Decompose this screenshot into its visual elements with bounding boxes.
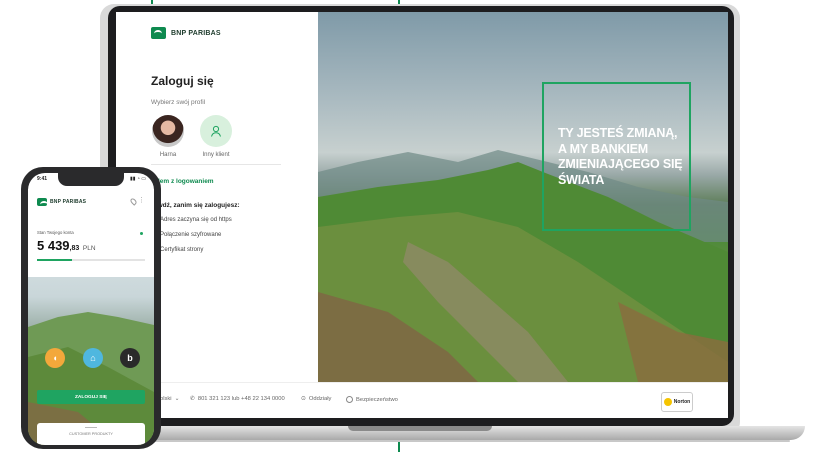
profile-name: Harna bbox=[159, 152, 177, 158]
profile-name: Inny klient bbox=[202, 152, 230, 158]
status-icons: ▮▮ ◔ ▭ bbox=[129, 176, 146, 182]
quick-action-orange[interactable]: ◖ bbox=[45, 348, 65, 368]
card-icon: ◖ bbox=[52, 353, 58, 363]
bnp-logo-icon bbox=[37, 198, 48, 206]
profile-harna[interactable]: Harna bbox=[143, 115, 193, 158]
norton-check-icon bbox=[663, 398, 672, 406]
balance-decimal: ,83 bbox=[69, 245, 80, 252]
balance-progress-bar bbox=[37, 259, 145, 261]
divider bbox=[151, 164, 281, 165]
laptop-base-shadow bbox=[150, 440, 790, 442]
blik-icon: b bbox=[127, 353, 133, 363]
laptop-screen: BNP PARIBAS Zaloguj się Wybierz swój pro… bbox=[116, 12, 728, 418]
hero-line: ŚWIATA bbox=[558, 172, 605, 187]
language-label: olski bbox=[160, 396, 172, 402]
quick-action-dark[interactable]: b bbox=[120, 348, 140, 368]
login-title: Zaloguj się bbox=[151, 74, 214, 88]
language-select[interactable]: olski ⌄ bbox=[160, 396, 179, 402]
location-pin-icon[interactable] bbox=[129, 197, 138, 206]
laptop-base-notch bbox=[348, 426, 492, 431]
chevron-down-icon: ⌄ bbox=[174, 396, 180, 402]
currency: PLN bbox=[82, 245, 96, 252]
balance-main: 5 439 bbox=[37, 238, 70, 253]
security-label: Bezpieczeństwo bbox=[356, 396, 398, 403]
user-outline-icon bbox=[200, 115, 232, 147]
status-time: 9:41 bbox=[37, 176, 48, 182]
brand-name: BNP PARIBAS bbox=[50, 199, 87, 205]
phone-notch bbox=[58, 173, 124, 186]
list-item: Połączenie szyfrowane bbox=[160, 232, 222, 238]
hero-line: ZMIENIAJĄCEGO SIĘ bbox=[558, 157, 683, 171]
quick-action-blue[interactable]: ⌂ bbox=[83, 348, 103, 368]
phone-number: 801 321 123 lub +48 22 134 0000 bbox=[197, 396, 285, 402]
hero-slogan: TY JESTEŚ ZMIANĄ, A MY BANKIEM ZMIENIAJĄ… bbox=[558, 126, 686, 188]
brand-logo[interactable]: BNP PARIBAS bbox=[151, 27, 221, 39]
security-checklist: Adres zaczyna się od https Połączenie sz… bbox=[160, 217, 232, 262]
phone-login-button[interactable]: ZALOGUJ SIĘ bbox=[37, 390, 145, 404]
balance-label: Stan Twojego konta bbox=[37, 230, 74, 235]
profile-other-client[interactable]: Inny klient bbox=[191, 115, 241, 158]
security-link[interactable]: Bezpieczeństwo bbox=[346, 396, 398, 403]
list-item: Certyfikat strony bbox=[160, 247, 204, 253]
phone-bottom-sheet[interactable]: CUSTOMER PRODUKTY bbox=[37, 423, 145, 445]
avatar bbox=[152, 115, 184, 147]
footer: olski ⌄ ✆ 801 321 123 lub +48 22 134 000… bbox=[116, 382, 728, 418]
location-pin-icon: ⊙ bbox=[301, 396, 306, 402]
more-menu-icon[interactable]: ⋮ bbox=[138, 196, 145, 204]
status-dot bbox=[140, 232, 143, 235]
branches-label: Oddziały bbox=[308, 396, 332, 402]
balance-amount: 5 439,83 PLN bbox=[37, 238, 96, 253]
phone-contact[interactable]: ✆ 801 321 123 lub +48 22 134 0000 bbox=[190, 396, 285, 402]
phone-icon: ✆ bbox=[190, 396, 195, 402]
hero-line: TY JESTEŚ ZMIANĄ, bbox=[558, 126, 678, 140]
sheet-handle bbox=[85, 427, 97, 428]
balance-progress-fill bbox=[37, 259, 72, 261]
norton-label: Norton bbox=[673, 399, 691, 405]
bnp-logo-icon bbox=[151, 27, 166, 39]
shield-icon bbox=[346, 396, 353, 403]
hero-line: A MY BANKIEM bbox=[558, 141, 648, 156]
phone-app-header: BNP PARIBAS ⋮ bbox=[28, 189, 154, 217]
bag-icon: ⌂ bbox=[90, 353, 96, 363]
bottom-sheet-label: CUSTOMER PRODUKTY bbox=[69, 432, 113, 436]
hero-image: TY JESTEŚ ZMIANĄ, A MY BANKIEM ZMIENIAJĄ… bbox=[318, 12, 728, 382]
balance-card[interactable]: Stan Twojego konta 5 439,83 PLN bbox=[28, 217, 154, 277]
brand-logo[interactable]: BNP PARIBAS bbox=[37, 198, 86, 206]
profile-prompt: Wybierz swój profil bbox=[151, 99, 206, 106]
norton-badge[interactable]: Norton bbox=[661, 392, 693, 412]
login-problem-link[interactable]: blem z logowaniem bbox=[154, 178, 214, 185]
phone-screen: 9:41 ▮▮ ◔ ▭ BNP PARIBAS ⋮ Stan Twojego k… bbox=[28, 173, 154, 445]
branches-link[interactable]: ⊙ Oddziały bbox=[301, 396, 331, 402]
list-item: Adres zaczyna się od https bbox=[160, 217, 232, 223]
security-check-title: awdź, zanim się zalogujesz: bbox=[154, 202, 240, 209]
brand-name: BNP PARIBAS bbox=[171, 29, 221, 37]
